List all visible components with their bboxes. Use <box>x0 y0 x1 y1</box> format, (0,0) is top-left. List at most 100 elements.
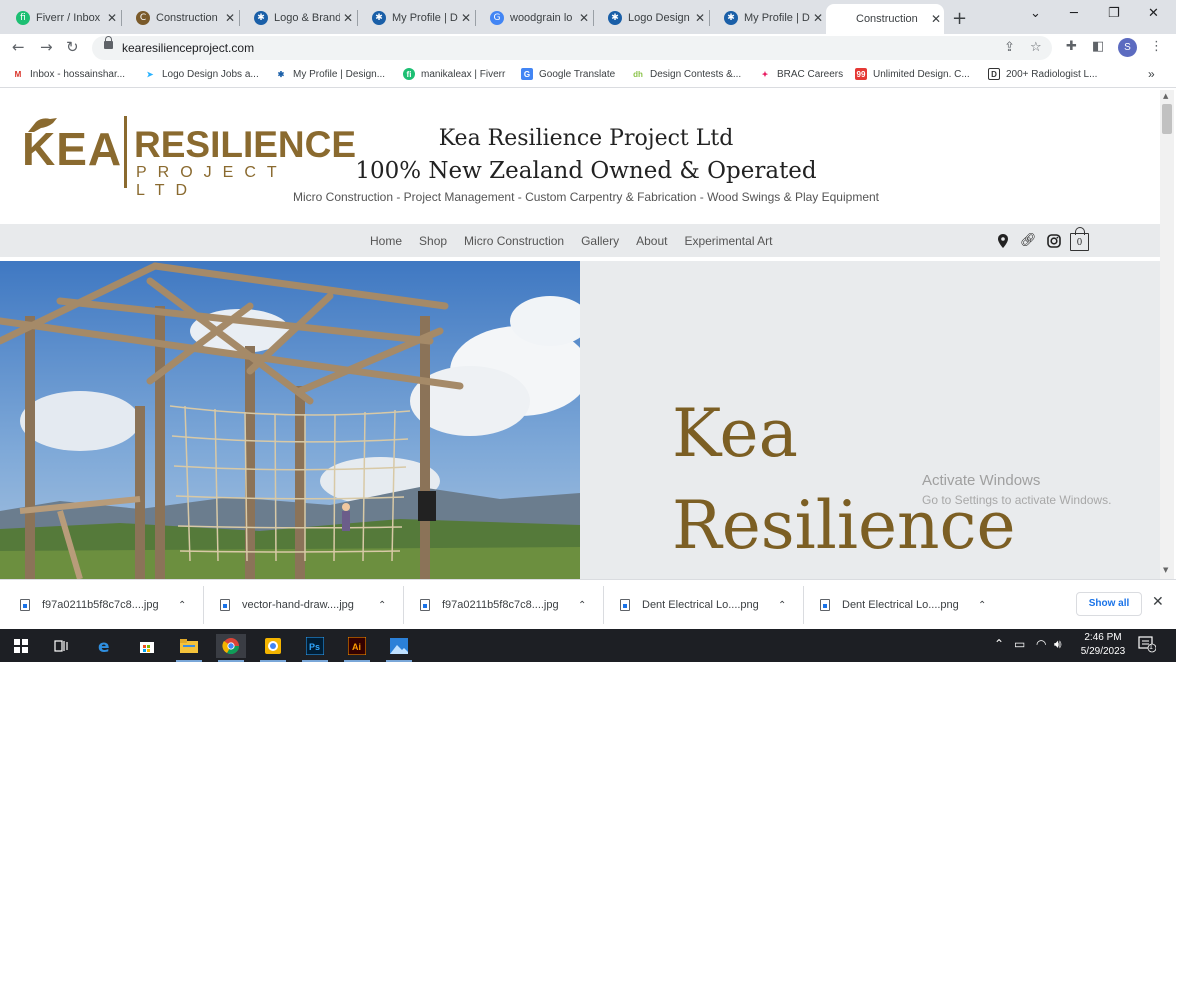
file-icon <box>620 599 630 611</box>
bookmark-label: BRAC Careers <box>777 68 844 80</box>
close-icon[interactable]: ✕ <box>692 11 708 25</box>
forward-icon[interactable]: → <box>40 38 53 56</box>
bookmark-star-icon[interactable]: ☆ <box>1030 40 1042 55</box>
bookmark-item[interactable]: ➤ Logo Design Jobs a... <box>144 68 259 80</box>
tab-4[interactable]: ✱ My Profile | D ✕ <box>356 6 476 30</box>
notification-icon[interactable]: 1 <box>1138 635 1157 656</box>
chevron-up-icon[interactable]: ⌃ <box>578 600 586 611</box>
page-scrollbar[interactable]: ▲ ▼ <box>1160 90 1174 579</box>
menu-icon[interactable]: ⋮ <box>1150 39 1163 54</box>
download-item[interactable]: f97a0211b5f8c7c8....jpg ⌃ <box>20 594 186 616</box>
store-icon[interactable] <box>132 634 162 658</box>
chrome-icon[interactable] <box>216 634 246 662</box>
shopping-bag-icon[interactable]: 0 <box>1070 227 1089 251</box>
download-item[interactable]: f97a0211b5f8c7c8....jpg ⌃ <box>420 594 586 616</box>
scroll-up-icon[interactable]: ▲ <box>1163 92 1168 100</box>
cart-count: 0 <box>1076 238 1083 248</box>
file-explorer-icon[interactable] <box>174 634 204 662</box>
nav-micro-construction[interactable]: Micro Construction <box>464 234 564 248</box>
close-icon[interactable]: ✕ <box>1152 594 1164 610</box>
back-icon[interactable]: ← <box>12 38 25 56</box>
chevron-up-icon[interactable]: ⌃ <box>778 600 786 611</box>
bookmark-item[interactable]: ✱ My Profile | Design... <box>275 68 385 80</box>
show-all-button[interactable]: Show all <box>1076 592 1142 616</box>
tab-5[interactable]: G woodgrain lo ✕ <box>474 6 594 30</box>
new-tab-button[interactable]: + <box>952 8 967 29</box>
divider <box>603 586 604 624</box>
close-icon[interactable]: ✕ <box>576 11 592 25</box>
photoshop-icon[interactable]: Ps <box>300 634 330 662</box>
screen: fi Fiverr / Inbox ✕ C Construction ✕ ✱ L… <box>0 0 1176 662</box>
designcontest-icon: ✱ <box>724 11 738 25</box>
chevron-up-icon[interactable]: ⌃ <box>978 600 986 611</box>
chevron-up-icon[interactable]: ⌃ <box>994 637 1004 651</box>
download-item[interactable]: vector-hand-draw....jpg ⌃ <box>220 594 386 616</box>
illustrator-icon[interactable]: Ai <box>342 634 372 662</box>
chrome-canary-icon[interactable] <box>258 634 288 662</box>
close-icon[interactable]: ✕ <box>810 11 826 25</box>
tab-1[interactable]: fi Fiverr / Inbox ✕ <box>0 6 122 30</box>
lock-icon[interactable] <box>104 36 113 49</box>
task-view-icon[interactable] <box>46 634 76 658</box>
url-text[interactable]: kearesilienceproject.com <box>122 41 254 55</box>
address-bar[interactable]: kearesilienceproject.com ⇪ ☆ <box>92 36 1052 60</box>
reload-icon[interactable]: ↻ <box>66 38 79 56</box>
location-pin-icon[interactable] <box>998 234 1008 248</box>
chevron-up-icon[interactable]: ⌃ <box>178 600 186 611</box>
close-icon[interactable]: ✕ <box>458 11 474 25</box>
system-clock[interactable]: 2:46 PM 5/29/2023 <box>1076 631 1130 659</box>
bookmark-item[interactable]: fi manikaleax | Fiverr <box>403 68 505 80</box>
tab-3[interactable]: ✱ Logo & Brand ✕ <box>238 6 358 30</box>
download-filename: Dent Electrical Lo....png <box>642 599 759 611</box>
close-icon[interactable]: ✕ <box>928 12 944 26</box>
bookmark-label: Design Contests &... <box>650 68 742 80</box>
tab-2[interactable]: C Construction ✕ <box>120 6 240 30</box>
windows-start-icon[interactable] <box>6 634 36 658</box>
file-icon <box>220 599 230 611</box>
tab-active[interactable]: Construction ✕ <box>826 4 944 34</box>
minimize-button[interactable]: ─ <box>1070 6 1078 21</box>
extensions-icon[interactable]: ✚ <box>1066 39 1077 54</box>
download-item[interactable]: Dent Electrical Lo....png ⌃ <box>620 594 786 616</box>
nav-experimental-art[interactable]: Experimental Art <box>684 234 772 248</box>
battery-icon[interactable]: ▭ <box>1014 637 1025 651</box>
close-icon[interactable]: ✕ <box>222 11 238 25</box>
wifi-icon[interactable]: ◠ <box>1036 637 1046 651</box>
restore-button[interactable]: ❐ <box>1108 6 1120 21</box>
nav-about[interactable]: About <box>636 234 667 248</box>
instagram-icon[interactable] <box>1047 234 1061 248</box>
download-filename: Dent Electrical Lo....png <box>842 599 959 611</box>
scroll-thumb[interactable] <box>1162 104 1172 134</box>
close-icon[interactable]: ✕ <box>104 11 120 25</box>
bookmark-item[interactable]: D 200+ Radiologist L... <box>988 68 1097 80</box>
window-close-button[interactable]: ✕ <box>1148 6 1159 21</box>
nav-gallery[interactable]: Gallery <box>581 234 619 248</box>
bookmark-label: Google Translate <box>539 68 616 80</box>
bookmark-item[interactable]: G Google Translate <box>521 68 615 80</box>
nav-shop[interactable]: Shop <box>419 234 447 248</box>
tab-title: My Profile | D <box>744 12 810 24</box>
browser-toolbar: ← → ↻ kearesilienceproject.com ⇪ ☆ ✚ ◧ S… <box>0 34 1176 62</box>
bookmark-item[interactable]: ✦ BRAC Careers <box>759 68 843 80</box>
share-icon[interactable]: ⇪ <box>1004 40 1015 55</box>
clock-time: 2:46 PM <box>1084 632 1122 643</box>
edge-icon[interactable]: e <box>90 634 120 658</box>
tab-7[interactable]: ✱ My Profile | D ✕ <box>708 6 826 30</box>
bookmark-item[interactable]: M Inbox - hossainshar... <box>12 68 125 80</box>
download-item[interactable]: Dent Electrical Lo....png ⌃ <box>820 594 986 616</box>
close-icon[interactable]: ✕ <box>340 11 356 25</box>
volume-icon[interactable]: 🔊︎ <box>1054 637 1062 652</box>
designhill-icon: ✱ <box>372 11 386 25</box>
chevron-up-icon[interactable]: ⌃ <box>378 600 386 611</box>
link-icon[interactable]: 🔗︎ <box>1020 233 1037 248</box>
nav-home[interactable]: Home <box>370 234 402 248</box>
more-bookmarks-icon[interactable]: » <box>1148 67 1155 81</box>
bookmark-item[interactable]: 99 Unlimited Design. C... <box>855 68 970 80</box>
side-panel-icon[interactable]: ◧ <box>1092 39 1104 54</box>
scroll-down-icon[interactable]: ▼ <box>1163 566 1168 574</box>
tab-search-icon[interactable]: ⌄ <box>1030 6 1041 21</box>
photos-icon[interactable] <box>384 634 414 662</box>
bookmark-item[interactable]: dh Design Contests &... <box>632 68 741 80</box>
profile-avatar[interactable]: S <box>1118 38 1137 57</box>
tab-6[interactable]: ✱ Logo Design ✕ <box>592 6 710 30</box>
